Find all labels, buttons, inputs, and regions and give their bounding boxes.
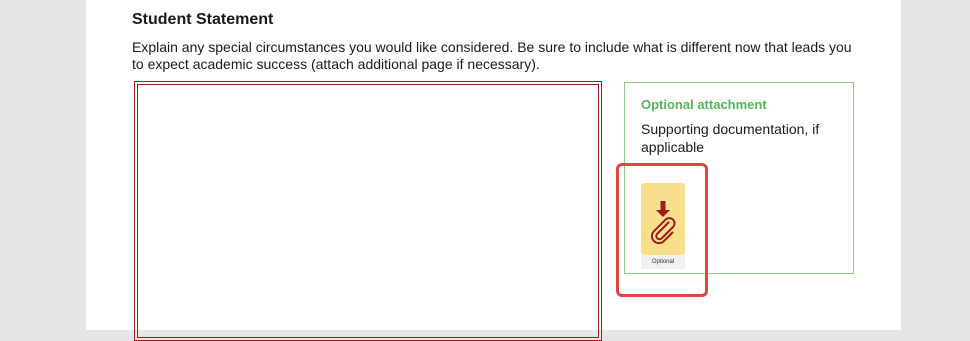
student-statement-field[interactable] <box>134 81 602 341</box>
student-statement-text-area[interactable] <box>137 84 599 338</box>
form-page: Student Statement Explain any special ci… <box>86 0 901 341</box>
attachment-description: Supporting documentation, if applicable <box>641 121 820 155</box>
attachment-upload-button[interactable]: Optional <box>641 183 685 269</box>
download-paperclip-icon[interactable] <box>641 183 685 255</box>
attachment-icon-label: Optional <box>641 255 685 269</box>
optional-attachment-panel: Optional attachment Supporting documenta… <box>624 82 854 274</box>
section-instructions: Explain any special circumstances you wo… <box>132 39 852 72</box>
section-title: Student Statement <box>132 11 274 28</box>
attachment-title: Optional attachment <box>641 97 767 112</box>
